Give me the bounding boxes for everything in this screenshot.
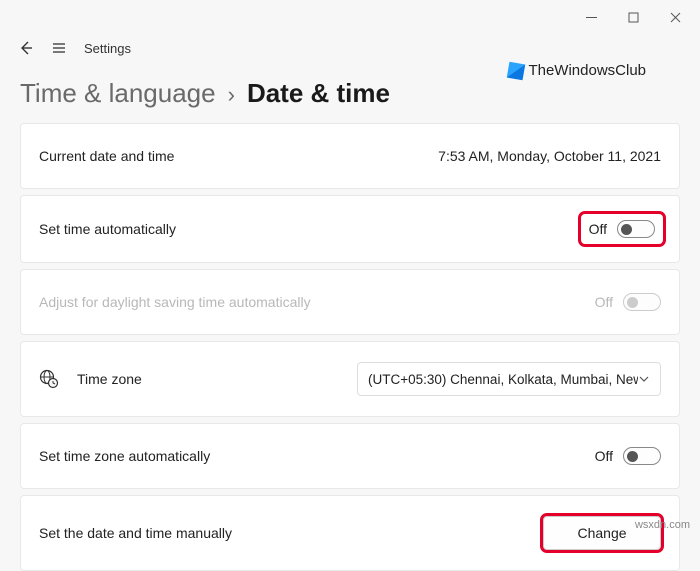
brand-logo-icon bbox=[507, 61, 526, 80]
minimize-button[interactable] bbox=[570, 3, 612, 31]
timezone-select[interactable]: (UTC+05:30) Chennai, Kolkata, Mumbai, Ne… bbox=[357, 362, 661, 396]
dst-auto-label: Adjust for daylight saving time automati… bbox=[39, 294, 311, 310]
set-time-auto-toggle[interactable] bbox=[617, 220, 655, 238]
change-button-label: Change bbox=[577, 525, 626, 541]
menu-icon[interactable] bbox=[50, 39, 68, 57]
close-button[interactable] bbox=[654, 3, 696, 31]
site-watermark: wsxdn.com bbox=[635, 519, 690, 531]
brand-watermark: TheWindowsClub bbox=[508, 62, 646, 79]
back-button[interactable] bbox=[16, 39, 34, 57]
dst-auto-state: Off bbox=[595, 294, 613, 310]
header-row: Settings bbox=[0, 34, 700, 62]
row-current-datetime: Current date and time 7:53 AM, Monday, O… bbox=[20, 123, 680, 189]
timezone-label: Time zone bbox=[77, 371, 142, 387]
set-tz-auto-state: Off bbox=[595, 448, 613, 464]
set-time-auto-label: Set time automatically bbox=[39, 221, 176, 237]
chevron-down-icon bbox=[638, 373, 650, 385]
row-set-time-auto: Set time automatically Off bbox=[20, 195, 680, 263]
row-set-tz-auto: Set time zone automatically Off bbox=[20, 423, 680, 489]
brand-text: TheWindowsClub bbox=[528, 62, 646, 79]
timezone-selected-value: (UTC+05:30) Chennai, Kolkata, Mumbai, Ne… bbox=[368, 372, 638, 387]
current-datetime-label: Current date and time bbox=[39, 148, 174, 164]
page-title: Date & time bbox=[247, 78, 390, 109]
set-tz-auto-label: Set time zone automatically bbox=[39, 448, 210, 464]
breadcrumb-separator: › bbox=[228, 82, 235, 108]
set-manual-label: Set the date and time manually bbox=[39, 525, 232, 541]
dst-auto-toggle bbox=[623, 293, 661, 311]
set-time-auto-state: Off bbox=[589, 221, 607, 237]
maximize-button[interactable] bbox=[612, 3, 654, 31]
set-tz-auto-toggle[interactable] bbox=[623, 447, 661, 465]
row-dst-auto: Adjust for daylight saving time automati… bbox=[20, 269, 680, 335]
app-name: Settings bbox=[84, 41, 131, 56]
row-set-manual: Set the date and time manually Change bbox=[20, 495, 680, 571]
breadcrumb-parent[interactable]: Time & language bbox=[20, 78, 216, 109]
current-datetime-value: 7:53 AM, Monday, October 11, 2021 bbox=[438, 148, 661, 164]
globe-clock-icon bbox=[39, 369, 59, 389]
row-timezone: Time zone (UTC+05:30) Chennai, Kolkata, … bbox=[20, 341, 680, 417]
titlebar bbox=[0, 0, 700, 34]
set-time-auto-control-highlight: Off bbox=[583, 216, 661, 242]
